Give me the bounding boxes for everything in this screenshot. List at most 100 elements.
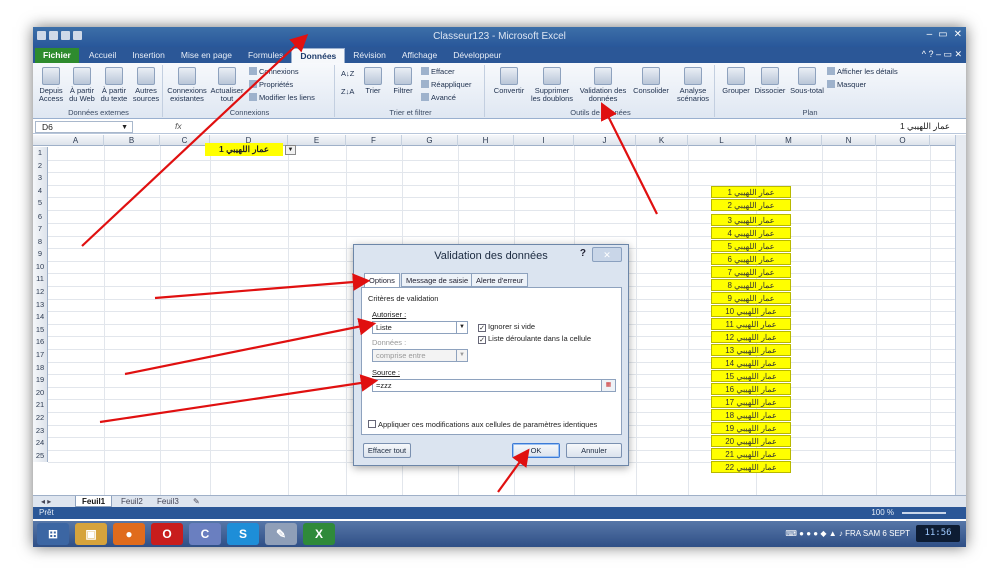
list-item[interactable]: عمار اللهيبي 3 bbox=[711, 214, 791, 227]
help-icon[interactable]: ^ ? – ▭ ✕ bbox=[922, 49, 962, 60]
skype-icon[interactable]: S bbox=[227, 523, 259, 545]
clear-all-button[interactable]: Effacer tout bbox=[363, 443, 411, 458]
source-input[interactable]: =zzz ▦ bbox=[372, 379, 616, 392]
opera-icon[interactable]: O bbox=[151, 523, 183, 545]
row-header-17[interactable]: 17 bbox=[33, 349, 48, 362]
text-to-columns-button[interactable]: Convertir bbox=[489, 67, 529, 95]
in-cell-dropdown-checkbox[interactable]: ✓ Liste déroulante dans la cellule bbox=[478, 334, 591, 344]
hide-detail-button[interactable]: Masquer bbox=[827, 80, 866, 89]
firefox-icon[interactable]: ● bbox=[113, 523, 145, 545]
filter-button[interactable]: Filtrer bbox=[389, 67, 417, 95]
row-header-10[interactable]: 10 bbox=[33, 260, 48, 274]
edit-links-button[interactable]: Modifier les liens bbox=[249, 93, 315, 102]
advanced-filter-button[interactable]: Avancé bbox=[421, 93, 456, 102]
maximize-icon[interactable]: ▭ bbox=[938, 29, 947, 40]
vertical-scrollbar[interactable] bbox=[955, 135, 966, 498]
show-detail-button[interactable]: Afficher les détails bbox=[827, 67, 898, 76]
reapply-button[interactable]: Réappliquer bbox=[421, 80, 471, 89]
row-header-16[interactable]: 16 bbox=[33, 336, 48, 349]
list-item[interactable]: عمار اللهيبي 21 bbox=[711, 448, 791, 461]
from-web-button[interactable]: À partir du Web bbox=[67, 67, 97, 103]
column-header-k[interactable]: K bbox=[636, 135, 688, 146]
tab-page-layout[interactable]: Mise en page bbox=[173, 48, 240, 63]
list-item[interactable]: عمار اللهيبي 7 bbox=[711, 266, 791, 279]
new-sheet-icon[interactable]: ✎ bbox=[187, 496, 206, 507]
list-item[interactable]: عمار اللهيبي 18 bbox=[711, 409, 791, 422]
list-item[interactable]: عمار اللهيبي 19 bbox=[711, 422, 791, 435]
sheet-tab-1[interactable]: Feuil1 bbox=[75, 496, 113, 507]
sort-button[interactable]: Trier bbox=[359, 67, 387, 95]
tab-review[interactable]: Révision bbox=[345, 48, 394, 63]
cell-dropdown-button[interactable]: ▼ bbox=[285, 145, 296, 155]
start-button[interactable]: ⊞ bbox=[37, 523, 69, 545]
list-item[interactable]: عمار اللهيبي 10 bbox=[711, 305, 791, 318]
row-header-12[interactable]: 12 bbox=[33, 286, 48, 299]
tab-developer[interactable]: Développeur bbox=[445, 48, 509, 63]
from-text-button[interactable]: À partir du texte bbox=[99, 67, 129, 103]
consolidate-button[interactable]: Consolider bbox=[631, 67, 671, 95]
remove-duplicates-button[interactable]: Supprimer les doublons bbox=[529, 67, 575, 103]
column-header-e[interactable]: E bbox=[288, 135, 346, 146]
list-item[interactable]: عمار اللهيبي 16 bbox=[711, 383, 791, 396]
tab-file[interactable]: Fichier bbox=[35, 48, 79, 63]
row-header-20[interactable]: 20 bbox=[33, 386, 48, 400]
row-header-18[interactable]: 18 bbox=[33, 361, 48, 375]
list-item[interactable]: عمار اللهيبي 15 bbox=[711, 370, 791, 383]
list-item[interactable]: عمار اللهيبي 6 bbox=[711, 253, 791, 266]
list-item[interactable]: عمار اللهيبي 13 bbox=[711, 344, 791, 357]
connections-button[interactable]: Connexions bbox=[249, 67, 299, 76]
row-header-23[interactable]: 23 bbox=[33, 424, 48, 438]
tab-options[interactable]: Options bbox=[364, 273, 400, 288]
data-validation-button[interactable]: Validation des données bbox=[577, 67, 629, 103]
column-header-g[interactable]: G bbox=[402, 135, 458, 146]
excel-taskbar-icon[interactable]: X bbox=[303, 523, 335, 545]
row-header-21[interactable]: 21 bbox=[33, 399, 48, 412]
column-header-j[interactable]: J bbox=[574, 135, 636, 146]
tool-icon[interactable]: ✎ bbox=[265, 523, 297, 545]
column-header-p[interactable]: P bbox=[930, 135, 956, 146]
list-item[interactable]: عمار اللهيبي 11 bbox=[711, 318, 791, 331]
ungroup-button[interactable]: Dissocier bbox=[753, 67, 787, 95]
properties-button[interactable]: Propriétés bbox=[249, 80, 293, 89]
chevron-down-icon[interactable]: ▼ bbox=[121, 122, 128, 133]
subtotal-button[interactable]: Sous-total bbox=[789, 67, 825, 95]
row-header-19[interactable]: 19 bbox=[33, 374, 48, 387]
what-if-analysis-button[interactable]: Analyse scénarios bbox=[673, 67, 713, 103]
row-header-15[interactable]: 15 bbox=[33, 323, 48, 337]
ok-button[interactable]: OK bbox=[512, 443, 560, 458]
ignore-blank-checkbox[interactable]: ✓ Ignorer si vide bbox=[478, 322, 535, 332]
help-icon[interactable]: ? bbox=[580, 248, 586, 259]
column-header-n[interactable]: N bbox=[822, 135, 876, 146]
row-header-9[interactable]: 9 bbox=[33, 248, 48, 261]
list-item[interactable]: عمار اللهيبي 22 bbox=[711, 461, 791, 474]
tab-data[interactable]: Données bbox=[291, 48, 346, 63]
sheet-nav-icon[interactable]: ◂ ▸ bbox=[35, 496, 57, 507]
row-header-7[interactable]: 7 bbox=[33, 223, 48, 236]
close-icon[interactable]: ✕ bbox=[592, 247, 622, 262]
list-item[interactable]: عمار اللهيبي 4 bbox=[711, 227, 791, 240]
name-box[interactable]: D6 ▼ bbox=[35, 121, 133, 133]
list-item[interactable]: عمار اللهيبي 8 bbox=[711, 279, 791, 292]
tab-insert[interactable]: Insertion bbox=[124, 48, 173, 63]
column-header-o[interactable]: O bbox=[876, 135, 930, 146]
close-icon[interactable]: ✕ bbox=[954, 29, 962, 40]
row-header-25[interactable]: 25 bbox=[33, 449, 48, 463]
column-header-a[interactable]: A bbox=[48, 135, 104, 146]
row-header-11[interactable]: 11 bbox=[33, 273, 48, 286]
row-header-22[interactable]: 22 bbox=[33, 412, 48, 425]
column-header-i[interactable]: I bbox=[514, 135, 574, 146]
row-header-1[interactable]: 1 bbox=[33, 147, 48, 160]
column-header-h[interactable]: H bbox=[458, 135, 514, 146]
tab-error-alert[interactable]: Alerte d'erreur bbox=[471, 273, 529, 287]
app-icon[interactable]: C bbox=[189, 523, 221, 545]
row-header-13[interactable]: 13 bbox=[33, 298, 48, 312]
column-header-m[interactable]: M bbox=[756, 135, 822, 146]
tab-input-message[interactable]: Message de saisie bbox=[401, 273, 474, 287]
sort-za-button[interactable]: Z↓A bbox=[341, 87, 354, 96]
row-header-5[interactable]: 5 bbox=[33, 197, 48, 210]
column-header-l[interactable]: L bbox=[688, 135, 756, 146]
chevron-down-icon[interactable]: ▼ bbox=[456, 322, 467, 333]
cancel-button[interactable]: Annuler bbox=[566, 443, 622, 458]
list-item[interactable]: عمار اللهيبي 17 bbox=[711, 396, 791, 409]
tab-view[interactable]: Affichage bbox=[394, 48, 445, 63]
